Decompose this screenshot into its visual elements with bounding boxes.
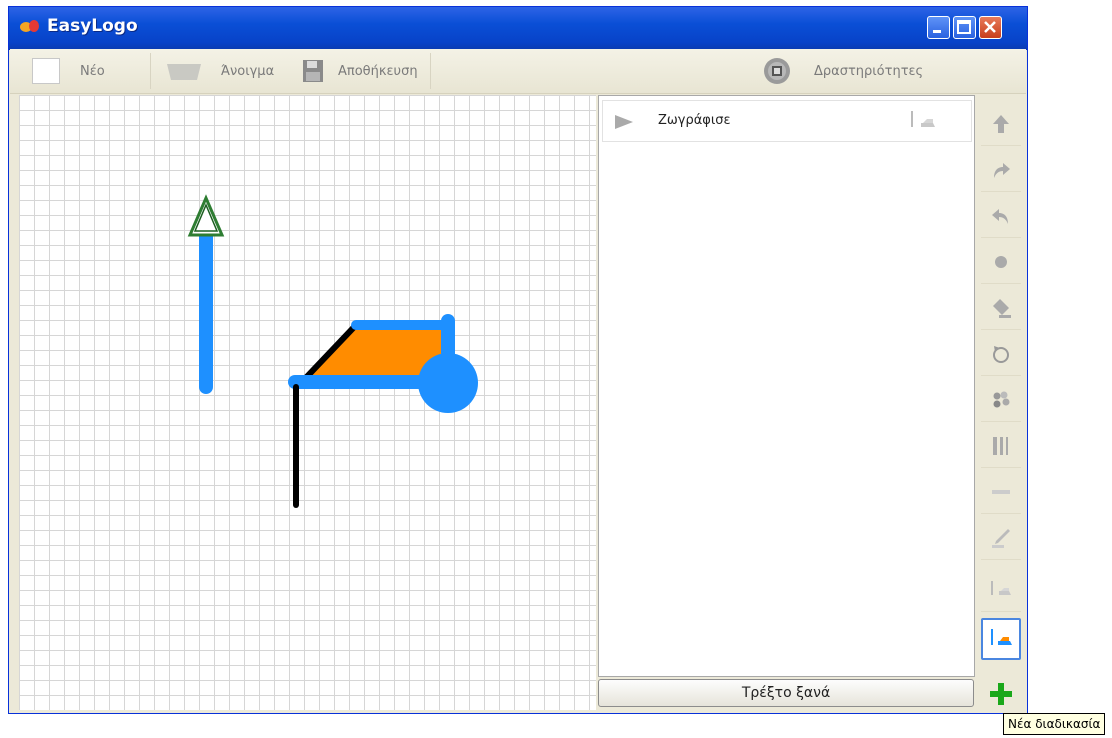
new-procedure-flag-button[interactable]	[981, 618, 1021, 660]
fill-button[interactable]	[981, 287, 1021, 330]
palette-icon	[993, 391, 1010, 408]
dot-icon	[995, 256, 1007, 268]
repeat-button[interactable]	[981, 333, 1021, 376]
tooltip: Νέα διαδικασία	[1003, 713, 1106, 735]
app-logo-icon	[20, 20, 39, 32]
plus-icon	[990, 683, 1012, 705]
dot-button[interactable]	[981, 241, 1021, 284]
color-button[interactable]	[981, 379, 1021, 422]
add-procedure-button[interactable]	[984, 679, 1018, 709]
forward-button[interactable]	[981, 103, 1021, 146]
activities-label: Δραστηριότητες	[814, 63, 924, 79]
title-bar[interactable]: EasyLogo	[9, 7, 1027, 50]
run-again-button[interactable]: Τρέξτο ξανά	[598, 679, 974, 707]
command-toolbar	[979, 95, 1023, 673]
flag-icon[interactable]	[909, 109, 939, 135]
maximize-icon	[957, 20, 971, 34]
pen-down-icon	[992, 529, 1010, 548]
procedures-panel: Ζωγράφισε	[598, 95, 975, 677]
toolbar-divider	[430, 53, 431, 89]
repeat-icon	[993, 346, 1009, 363]
pen-up-button[interactable]	[981, 471, 1021, 514]
turn-left-icon	[992, 209, 1008, 224]
open-label: Άνοιγμα	[221, 63, 275, 79]
save-label: Αποθήκευση	[338, 63, 418, 79]
new-doc-icon	[32, 58, 60, 84]
drawn-dot-blue	[418, 353, 478, 413]
save-disk-icon	[303, 60, 323, 82]
procedure-command-button[interactable]	[981, 569, 1021, 612]
toolbar-divider	[150, 53, 151, 89]
play-icon[interactable]	[615, 115, 633, 129]
activities-button[interactable]: Δραστηριότητες	[762, 55, 923, 87]
turn-left-button[interactable]	[981, 195, 1021, 238]
window-title: EasyLogo	[47, 16, 138, 36]
pen-up-icon	[992, 490, 1010, 494]
close-icon	[984, 21, 996, 33]
new-label: Νέο	[80, 63, 105, 79]
folder-icon	[167, 64, 201, 80]
maximize-button[interactable]	[953, 16, 976, 39]
activities-icon	[764, 58, 790, 84]
turtle-drawing	[187, 194, 478, 508]
new-button[interactable]: Νέο	[32, 55, 105, 87]
arrow-up-icon	[993, 115, 1009, 133]
app-window: EasyLogo Νέο Άνοιγμα Αποθήκευση Δραστηρι…	[8, 6, 1028, 714]
turn-right-button[interactable]	[981, 149, 1021, 192]
minimize-button[interactable]	[927, 16, 950, 39]
open-button[interactable]: Άνοιγμα	[165, 55, 274, 87]
flag-icon	[991, 581, 1011, 595]
fill-bucket-icon	[993, 299, 1011, 318]
procedure-label: Ζωγράφισε	[658, 113, 731, 128]
pen-down-button[interactable]	[981, 517, 1021, 560]
pen-width-button[interactable]	[981, 425, 1021, 468]
flag-color-icon	[991, 629, 1012, 645]
drawing-canvas[interactable]	[19, 95, 596, 710]
close-button[interactable]	[979, 16, 1002, 39]
pen-width-icon	[993, 437, 1008, 455]
minimize-icon	[933, 30, 941, 33]
procedure-item[interactable]: Ζωγράφισε	[602, 100, 972, 142]
toolbar: Νέο Άνοιγμα Αποθήκευση Δραστηριότητες	[10, 49, 1026, 94]
turn-right-icon	[994, 163, 1010, 178]
save-button[interactable]: Αποθήκευση	[302, 55, 418, 87]
